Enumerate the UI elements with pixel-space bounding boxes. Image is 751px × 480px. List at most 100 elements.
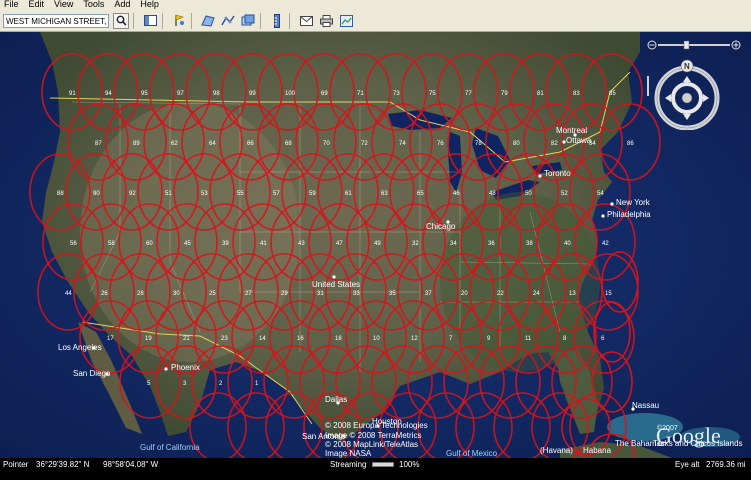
coverage-circle-number: 18 (335, 336, 342, 342)
arrow-down-icon[interactable] (683, 114, 691, 120)
path-icon (221, 15, 235, 26)
coverage-circle-number: 27 (245, 291, 252, 297)
svg-text:Image NASA: Image NASA (325, 449, 372, 458)
coverage-circle-number: 69 (321, 91, 328, 97)
city-label-montreal: Montreal (556, 126, 587, 135)
coverage-circle-number: 70 (323, 141, 330, 147)
city-label-san-diego: San Diego (73, 369, 111, 378)
coverage-circle-number: 15 (605, 291, 612, 297)
coverage-circle-number: 77 (465, 91, 472, 97)
pointer-longitude: 98°58'04.08" W (103, 460, 159, 469)
polygon-icon (201, 15, 215, 27)
coverage-circle-number: 58 (108, 241, 115, 247)
coverage-circle-number: 48 (489, 191, 496, 197)
zoom-slider[interactable] (647, 40, 741, 50)
sidebar-toggle-button[interactable] (142, 13, 158, 29)
coverage-circle-number: 22 (497, 291, 504, 297)
coverage-circle-number: 49 (374, 241, 381, 247)
north-indicator-icon[interactable]: N (680, 59, 694, 73)
email-button[interactable] (298, 13, 314, 29)
coverage-circle-number: 11 (525, 336, 532, 342)
coverage-circle-number: 63 (381, 191, 388, 197)
coverage-circle-number: 16 (297, 336, 304, 342)
navigation-controls: N (640, 36, 748, 131)
show-in-maps-icon (339, 14, 353, 27)
menu-item-view[interactable]: View (54, 0, 73, 10)
search-button[interactable] (113, 12, 129, 29)
earth-imagery[interactable]: 91 94 95 97 98 99 100 69 71 73 75 77 79 81 83 85 87 89 62 6… (0, 32, 751, 458)
add-path-button[interactable] (220, 13, 236, 29)
toolbar-separator (289, 12, 290, 29)
coverage-circle-number: 20 (461, 291, 468, 297)
add-polygon-button[interactable] (200, 13, 216, 29)
arrow-right-icon[interactable] (703, 94, 709, 102)
coverage-circle-number: 66 (247, 141, 254, 147)
coverage-circle-number: 86 (627, 141, 634, 147)
menu-item-tools[interactable]: Tools (83, 0, 104, 10)
coverage-circle-number: 61 (345, 191, 352, 197)
coverage-circle-number: 68 (285, 141, 292, 147)
coverage-circle-number: 62 (171, 141, 178, 147)
search-input[interactable]: WEST MICHIGAN STREET, 72160 (3, 13, 109, 28)
move-joystick[interactable] (671, 82, 703, 114)
toolbar-separator (260, 12, 261, 29)
coverage-circle-number: 13 (569, 291, 576, 297)
coverage-circle-number: 85 (609, 91, 616, 97)
coverage-circle-number: 97 (177, 91, 184, 97)
coverage-circle-number: 89 (133, 141, 140, 147)
print-button[interactable] (318, 13, 334, 29)
coverage-circle-number: 34 (450, 241, 457, 247)
coverage-circle-number: 36 (488, 241, 495, 247)
arrow-up-icon[interactable] (683, 76, 691, 82)
coverage-circle-number: 38 (526, 241, 533, 247)
coverage-circle-number: 47 (336, 241, 343, 247)
coverage-circle-number: 44 (65, 291, 72, 297)
coverage-circle-number: 79 (501, 91, 508, 97)
search-icon (116, 15, 127, 26)
coverage-circle-number: 21 (183, 336, 190, 342)
add-image-overlay-button[interactable] (240, 13, 256, 29)
google-logo-year: ©2007 (657, 424, 678, 432)
coverage-circle-number: 94 (105, 91, 112, 97)
arrow-left-icon[interactable] (665, 94, 671, 102)
toolbar-separator (191, 12, 192, 29)
ruler-button[interactable] (269, 13, 285, 29)
city-label-toronto: Toronto (544, 169, 571, 178)
coverage-circle-number: 23 (221, 336, 228, 342)
streaming-progress-fill (373, 463, 393, 466)
menu-item-add[interactable]: Add (114, 0, 130, 10)
coverage-circle-number: 80 (513, 141, 520, 147)
city-label-los-angeles: Los Angeles (58, 343, 102, 352)
show-in-google-maps-button[interactable] (338, 13, 354, 29)
coverage-circle-number: 31 (317, 291, 324, 297)
menu-item-edit[interactable]: Edit (29, 0, 45, 10)
coverage-circle-number: 12 (411, 336, 418, 342)
map-view[interactable]: 91 94 95 97 98 99 100 69 71 73 75 77 79 81 83 85 87 89 62 6… (0, 32, 751, 458)
toolbar-separator (133, 12, 134, 29)
coverage-circle-number: 60 (146, 241, 153, 247)
city-label-phoenix: Phoenix (171, 363, 200, 372)
coverage-circle-number: 88 (57, 191, 64, 197)
water-label-gulf-of-mexico: Gulf of Mexico (446, 449, 498, 458)
coverage-circle-number: 73 (393, 91, 400, 97)
coverage-circle-number: 14 (259, 336, 266, 342)
coverage-circle-number: 81 (537, 91, 544, 97)
svg-text:© 2008 MapLink/TeleAtlas: © 2008 MapLink/TeleAtlas (325, 440, 418, 449)
svg-text:Image © 2008 TerraMetrics: Image © 2008 TerraMetrics (325, 431, 421, 440)
menu-item-help[interactable]: Help (140, 0, 159, 10)
coverage-circle-number: 71 (357, 91, 364, 97)
city-label-philadelphia: Philadelphia (607, 210, 651, 219)
eye-altitude-value: 2769.36 mi (706, 460, 746, 469)
coverage-circle-number: 41 (260, 241, 267, 247)
menu-item-file[interactable]: File (4, 0, 19, 10)
eye-altitude-label: Eye alt (675, 460, 700, 469)
ruler-icon (274, 13, 280, 28)
sidebar-icon (143, 15, 157, 26)
coverage-circle-number: 100 (285, 91, 296, 97)
coverage-circle-number: 52 (561, 191, 568, 197)
coverage-circle-number: 65 (417, 191, 424, 197)
coverage-circle-number: 56 (70, 241, 77, 247)
city-label-dallas: Dallas (325, 395, 347, 404)
coverage-circle-number: 26 (101, 291, 108, 297)
add-placemark-button[interactable] (171, 13, 187, 29)
